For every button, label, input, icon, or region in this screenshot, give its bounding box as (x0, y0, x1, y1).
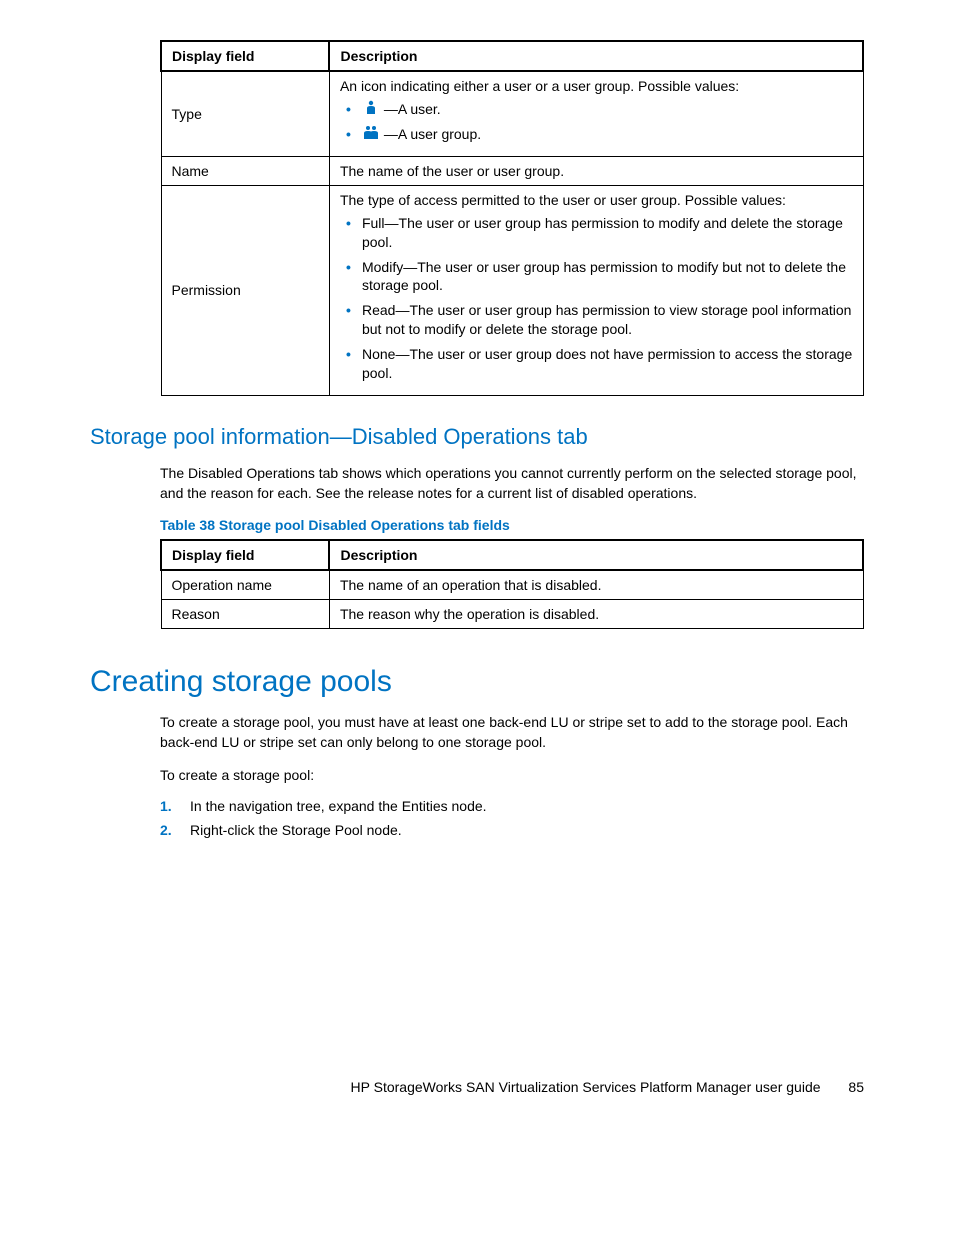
list-item: 1. In the navigation tree, expand the En… (160, 798, 864, 814)
table-row: Name The name of the user or user group. (161, 156, 863, 185)
section2-paragraph-2: To create a storage pool: (160, 766, 864, 786)
group-icon (362, 125, 380, 144)
table-row: Permission The type of access permitted … (161, 185, 863, 395)
step-number: 2. (160, 822, 172, 838)
section-heading-creating-pools: Creating storage pools (90, 665, 864, 699)
table-row: Operation name The name of an operation … (161, 570, 863, 600)
cell-field: Name (161, 156, 329, 185)
user-icon (362, 100, 380, 119)
cell-desc: The reason why the operation is disabled… (329, 600, 863, 629)
page-number: 85 (848, 1079, 864, 1095)
display-field-table-2: Display field Description Operation name… (160, 539, 864, 629)
list-item: 2. Right-click the Storage Pool node. (160, 822, 864, 838)
cell-desc: The name of an operation that is disable… (329, 570, 863, 600)
cell-field: Reason (161, 600, 329, 629)
step-number: 1. (160, 798, 172, 814)
display-field-table-1: Display field Description Type An icon i… (160, 40, 864, 396)
page-footer: HP StorageWorks SAN Virtualization Servi… (351, 1079, 864, 1095)
cell-desc: An icon indicating either a user or a us… (329, 71, 863, 156)
table-caption-38: Table 38 Storage pool Disabled Operation… (160, 517, 864, 533)
icon-label: —A user. (384, 101, 441, 117)
step-text: In the navigation tree, expand the Entit… (190, 798, 487, 814)
list-item: Full—The user or user group has permissi… (340, 214, 853, 252)
table1-header-field: Display field (161, 41, 329, 71)
cell-desc: The type of access permitted to the user… (329, 185, 863, 395)
table-row: Type An icon indicating either a user or… (161, 71, 863, 156)
cell-field: Permission (161, 185, 329, 395)
table2-header-desc: Description (329, 540, 863, 570)
list-item: None—The user or user group does not hav… (340, 345, 853, 383)
list-item: Read—The user or user group has permissi… (340, 301, 853, 339)
list-item: Modify—The user or user group has permis… (340, 258, 853, 296)
cell-field: Operation name (161, 570, 329, 600)
list-item: —A user group. (340, 125, 853, 144)
section-heading-disabled-ops: Storage pool information—Disabled Operat… (90, 424, 864, 450)
list-item: —A user. (340, 100, 853, 119)
icon-label: —A user group. (384, 126, 481, 142)
cell-desc: The name of the user or user group. (329, 156, 863, 185)
section1-paragraph: The Disabled Operations tab shows which … (160, 464, 864, 503)
table-row: Reason The reason why the operation is d… (161, 600, 863, 629)
cell-field: Type (161, 71, 329, 156)
table2-header-field: Display field (161, 540, 329, 570)
table1-header-desc: Description (329, 41, 863, 71)
section2-paragraph-1: To create a storage pool, you must have … (160, 713, 864, 752)
type-intro-text: An icon indicating either a user or a us… (340, 78, 853, 94)
permission-intro-text: The type of access permitted to the user… (340, 192, 853, 208)
footer-title: HP StorageWorks SAN Virtualization Servi… (351, 1079, 821, 1095)
step-text: Right-click the Storage Pool node. (190, 822, 402, 838)
